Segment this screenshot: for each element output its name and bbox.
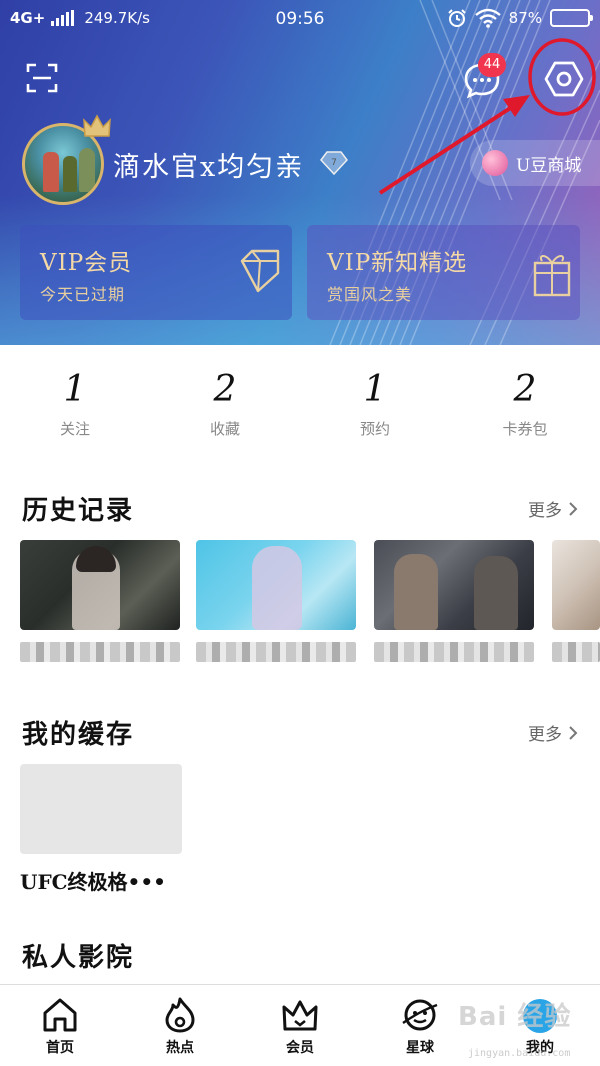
stat-reservations[interactable]: 1 预约 <box>300 368 450 448</box>
chevron-right-icon <box>569 501 578 516</box>
tab-label: 热点 <box>166 1040 194 1056</box>
battery-percent: 87% <box>508 9 542 27</box>
cache-title: 我的缓存 <box>22 720 135 750</box>
stat-value: 1 <box>363 369 387 410</box>
tab-label: 首页 <box>46 1040 74 1056</box>
stat-value: 2 <box>213 369 237 410</box>
stat-label: 收藏 <box>209 420 240 438</box>
tab-label: 星球 <box>406 1040 434 1056</box>
mall-icon <box>482 150 508 176</box>
crown-icon <box>282 1000 318 1031</box>
vip-card-title: VIP新知精选 <box>327 250 468 276</box>
watermark-url: jingyan.baidu.com <box>468 1048 571 1059</box>
cache-more-link[interactable]: 更多 <box>528 720 578 745</box>
stat-coupons[interactable]: 2 卡券包 <box>450 368 600 448</box>
history-item[interactable] <box>552 540 600 662</box>
more-label: 更多 <box>528 725 562 745</box>
stat-favorites[interactable]: 2 收藏 <box>150 368 300 448</box>
history-item[interactable] <box>20 540 180 662</box>
level-badge-icon: 7 <box>320 151 348 176</box>
mall-label: U豆商城 <box>516 155 582 176</box>
tab-hot[interactable]: 热点 <box>120 985 240 1066</box>
stat-value: 1 <box>63 369 87 410</box>
stat-label: 关注 <box>59 420 90 438</box>
history-item[interactable] <box>374 540 534 662</box>
history-caption-blurred <box>20 642 180 662</box>
wifi-icon <box>474 8 501 28</box>
history-item[interactable] <box>196 540 356 662</box>
mall-button[interactable]: U豆商城 <box>470 140 600 186</box>
cache-item-title[interactable]: UFC终极格••• <box>20 866 166 895</box>
history-caption-blurred <box>374 642 534 662</box>
message-count-badge: 44 <box>478 53 506 77</box>
gift-icon <box>533 255 571 297</box>
status-bar: 4G+ 249.7K/s 09:56 87% <box>0 0 600 40</box>
tab-label: 会员 <box>286 1040 314 1056</box>
crown-icon <box>83 114 111 137</box>
tab-home[interactable]: 首页 <box>0 985 120 1066</box>
scan-icon[interactable] <box>26 62 58 94</box>
home-icon <box>43 998 77 1032</box>
battery-icon <box>550 9 593 27</box>
chevron-right-icon <box>569 725 578 740</box>
highlight-circle <box>528 38 596 116</box>
svg-text:7: 7 <box>331 158 337 168</box>
diamond-icon <box>240 249 280 293</box>
history-thumbnail <box>196 540 356 630</box>
history-list <box>20 540 600 675</box>
history-thumbnail <box>552 540 600 630</box>
private-cinema-title: 私人影院 <box>22 943 135 973</box>
stat-label: 卡券包 <box>502 420 548 438</box>
planet-icon <box>402 999 438 1031</box>
cache-item-thumbnail[interactable] <box>20 764 182 854</box>
username[interactable]: 滴水官x均匀亲 <box>113 145 304 184</box>
stat-value: 2 <box>513 369 537 410</box>
history-caption-blurred <box>552 642 600 662</box>
history-more-link[interactable]: 更多 <box>528 496 578 521</box>
watermark-logo: Bai 经验 <box>458 1002 572 1032</box>
vip-membership-card[interactable]: VIP会员 今天已过期 <box>20 225 292 320</box>
vip-new-knowledge-card[interactable]: VIP新知精选 赏国风之美 <box>307 225 580 320</box>
flame-icon <box>165 997 195 1033</box>
vip-card-subtitle: 赏国风之美 <box>327 285 413 304</box>
history-title: 历史记录 <box>22 496 135 526</box>
stats-row: 1 关注 2 收藏 1 预约 2 卡券包 <box>0 368 600 448</box>
more-label: 更多 <box>528 501 562 521</box>
alarm-icon <box>447 9 466 27</box>
stat-label: 预约 <box>359 420 390 438</box>
history-thumbnail <box>20 540 180 630</box>
tab-vip[interactable]: 会员 <box>240 985 360 1066</box>
history-thumbnail <box>374 540 534 630</box>
history-caption-blurred <box>196 642 356 662</box>
stat-follow[interactable]: 1 关注 <box>0 368 150 448</box>
